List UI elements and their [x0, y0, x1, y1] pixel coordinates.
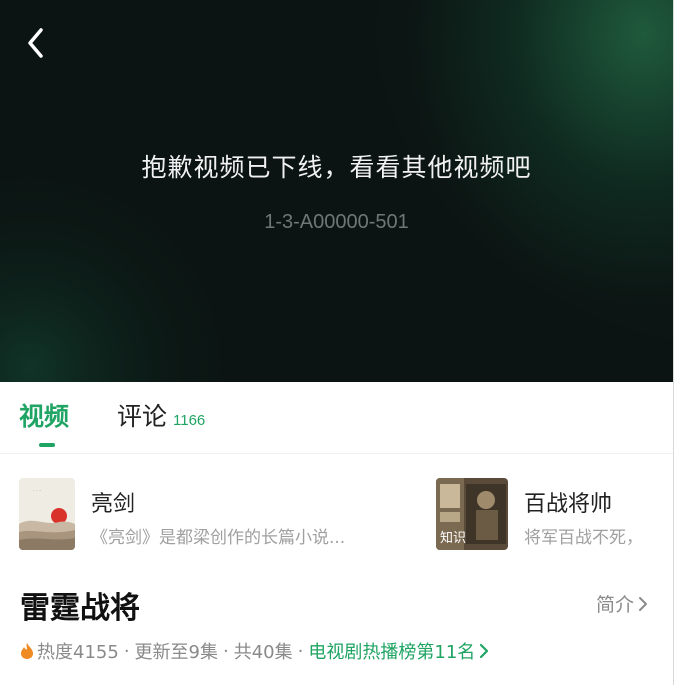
related-thumbnail: 知识 — [436, 478, 508, 550]
intro-link[interactable]: 简介 — [596, 590, 648, 617]
chevron-left-icon — [28, 28, 43, 58]
tab-comments-label: 评论 — [117, 402, 168, 431]
intro-label: 简介 — [596, 594, 635, 616]
tab-bar: 视频 评论 1166 — [0, 382, 673, 454]
separator-dot: · — [223, 640, 229, 662]
related-card[interactable]: 知识 百战将帅 将军百战不死， — [436, 478, 673, 552]
error-code: 1-3-A00000-501 — [264, 211, 409, 233]
separator-dot: · — [123, 640, 130, 662]
rank-link[interactable]: 电视剧热播榜第11名 — [308, 638, 489, 664]
rank-label: 电视剧热播榜第11名 — [308, 642, 476, 663]
related-desc: 将军百战不死， — [524, 528, 643, 548]
separator-dot: · — [297, 640, 304, 662]
tab-video-label: 视频 — [19, 402, 70, 431]
offline-message: 抱歉视频已下线，看看其他视频吧 — [141, 153, 532, 182]
show-title: 雷霆战将 — [20, 591, 140, 626]
update-status: 更新至9集 — [134, 642, 218, 663]
tab-comments[interactable]: 评论 1166 — [117, 397, 205, 433]
related-list: · · · 亮剑 《亮剑》是都梁创作的长篇小说... 知识 百战将帅 将军百战不… — [0, 472, 673, 558]
active-tab-indicator — [39, 443, 55, 447]
flame-icon — [20, 642, 34, 660]
player-background — [0, 0, 673, 382]
screen-edge — [673, 0, 674, 685]
chevron-right-icon — [639, 596, 648, 611]
show-meta: 热度4155 · 更新至9集 · 共40集 · 电视剧热播榜第11名 — [20, 638, 489, 664]
video-player: 抱歉视频已下线，看看其他视频吧 1-3-A00000-501 — [0, 0, 673, 382]
related-title: 百战将帅 — [524, 492, 613, 517]
related-desc: 《亮剑》是都梁创作的长篇小说... — [91, 528, 346, 548]
back-button[interactable] — [18, 26, 52, 60]
comment-count: 1166 — [173, 412, 206, 429]
related-thumbnail: · · · — [19, 478, 75, 550]
svg-text:· · ·: · · · — [33, 488, 41, 494]
heat-value: 热度4155 — [37, 642, 119, 663]
episode-total: 共40集 — [233, 642, 293, 663]
chevron-right-icon — [480, 643, 489, 659]
thumbnail-tag: 知识 — [440, 531, 467, 546]
related-card[interactable]: · · · 亮剑 《亮剑》是都梁创作的长篇小说... — [19, 478, 419, 552]
related-title: 亮剑 — [91, 492, 136, 517]
tab-video[interactable]: 视频 — [19, 397, 69, 433]
